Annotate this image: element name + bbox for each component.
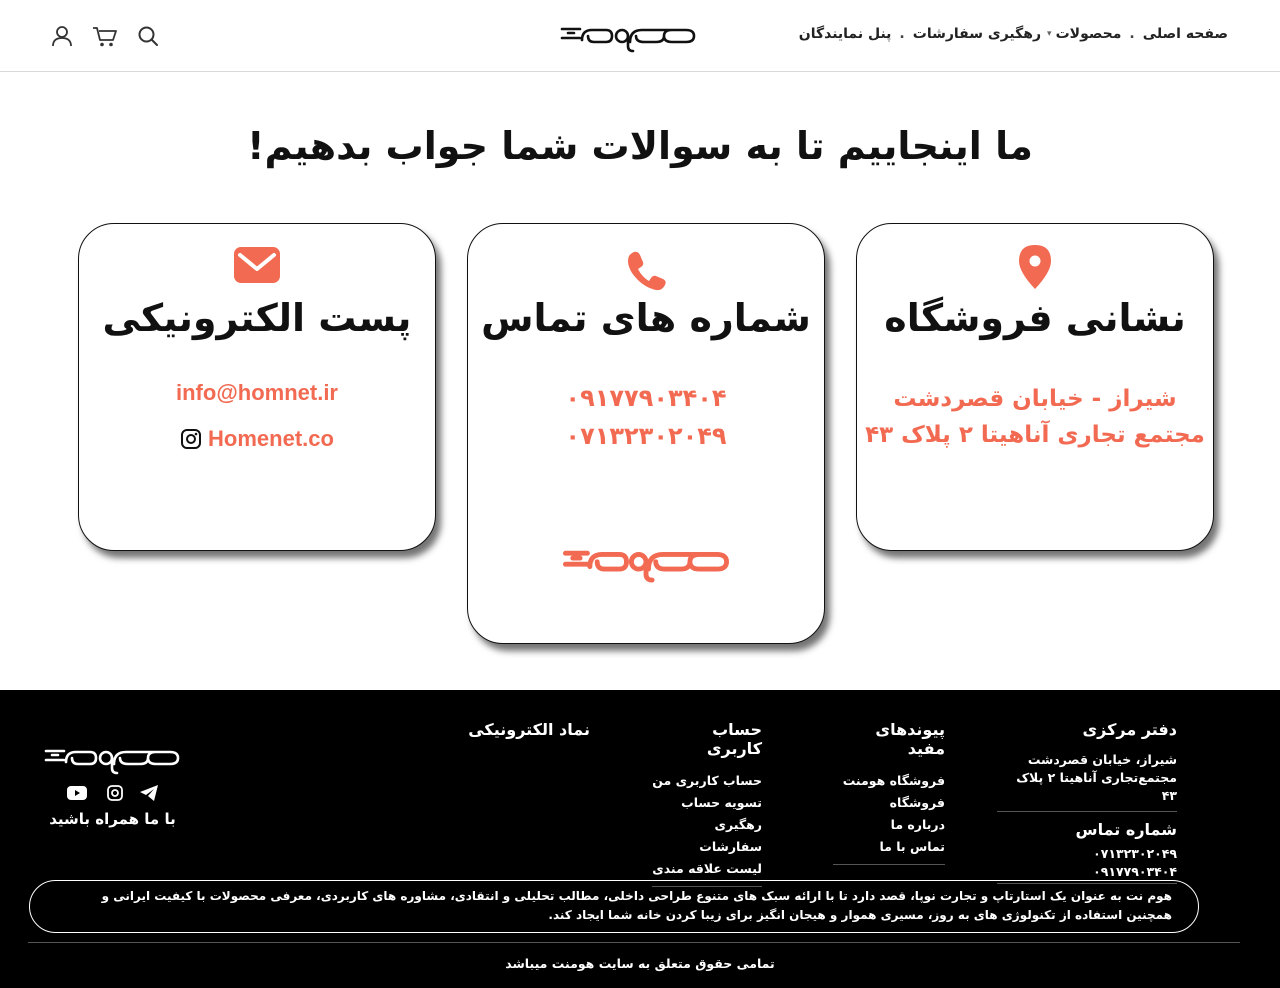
footer-office-title: دفتر مرکزی xyxy=(1082,720,1177,739)
card-title: شماره های تماس xyxy=(481,296,811,340)
telegram-icon[interactable] xyxy=(138,784,160,802)
address-card: نشانی فروشگاه شیراز - خیابان قصردشت مجتم… xyxy=(856,223,1214,551)
mobile-number[interactable]: ۰۹۱۷۷۹۰۳۴۰۴ xyxy=(468,384,824,412)
nav-agents[interactable]: پنل نمایندگان xyxy=(799,26,892,42)
footer-link-contact[interactable]: تماس با ما xyxy=(833,836,945,858)
address-line-1: شیراز - خیابان قصردشت xyxy=(893,386,1177,412)
main-nav: صفحه اصلی . محصولات ▾ رهگیری سفارشات . پ… xyxy=(799,26,1228,42)
nav-separator: . xyxy=(899,26,905,42)
footer-enamad: نماد الکترونیکی xyxy=(460,720,590,751)
footer-link-wishlist[interactable]: لیست علاقه مندی xyxy=(652,858,762,880)
site-header: صفحه اصلی . محصولات ▾ رهگیری سفارشات . پ… xyxy=(0,0,1280,72)
footer-landline[interactable]: ۰۷۱۳۲۳۰۲۰۴۹ xyxy=(997,845,1177,863)
footer-office: دفتر مرکزی شیراز، خیابان قصردشت مجتمع‌تج… xyxy=(997,720,1177,884)
homenet-logo xyxy=(563,550,729,583)
instagram-icon xyxy=(181,429,202,449)
follow-us-label: با ما همراه باشید xyxy=(49,810,176,828)
phone-card: شماره های تماس ۰۹۱۷۷۹۰۳۴۰۴ ۰۷۱۳۲۳۰۲۰۴۹ xyxy=(467,223,825,644)
email-link[interactable]: info@homnet.ir xyxy=(79,380,435,406)
chevron-down-icon[interactable]: ▾ xyxy=(1047,29,1052,39)
nav-products[interactable]: محصولات xyxy=(1056,26,1122,42)
instagram-row: Homenet.co xyxy=(79,426,435,452)
homenet-logo[interactable] xyxy=(560,20,696,54)
footer-links: پیوندهای مفید فروشگاه هومنت فروشگاه دربا… xyxy=(833,720,945,865)
homenet-logo[interactable] xyxy=(44,742,180,776)
youtube-icon[interactable] xyxy=(66,784,88,802)
address-line-2: مجتمع تجاری آناهیتا ۲ پلاک ۴۳ xyxy=(865,422,1205,448)
card-title: پست الکترونیکی xyxy=(102,296,412,340)
envelope-icon xyxy=(234,247,280,283)
cart-icon[interactable] xyxy=(92,24,118,48)
instagram-link[interactable]: Homenet.co xyxy=(208,426,334,452)
footer-account: حساب کاربری حساب کاربری من تسویه حساب ره… xyxy=(652,720,762,887)
footer-links-title: پیوندهای مفید xyxy=(875,720,945,758)
footer-mobile[interactable]: ۰۹۱۷۷۹۰۳۴۰۴ xyxy=(997,863,1177,881)
landline-number[interactable]: ۰۷۱۳۲۳۰۲۰۴۹ xyxy=(468,422,824,450)
about-text: هوم نت به عنوان یک استارتاپ و تجارت نوپا… xyxy=(29,880,1199,933)
footer-link-about[interactable]: درباره ما xyxy=(833,814,945,836)
footer-contact-title: شماره تماس xyxy=(1075,820,1177,839)
nav-tracking[interactable]: رهگیری سفارشات xyxy=(913,26,1041,42)
location-pin-icon xyxy=(1019,245,1051,289)
footer-link-my-account[interactable]: حساب کاربری من xyxy=(652,770,762,792)
divider xyxy=(997,811,1177,812)
divider xyxy=(28,942,1240,943)
copyright-text: تمامی حقوق متعلق به سایت هومنت میباشد xyxy=(505,956,775,971)
card-title: نشانی فروشگاه xyxy=(884,296,1186,340)
footer-office-line1: شیراز، خیابان قصردشت xyxy=(1027,752,1177,767)
site-footer: دفتر مرکزی شیراز، خیابان قصردشت مجتمع‌تج… xyxy=(0,690,1280,988)
nav-home[interactable]: صفحه اصلی xyxy=(1143,26,1228,42)
user-icon[interactable] xyxy=(50,24,74,48)
email-card: پست الکترونیکی info@homnet.ir Homenet.co xyxy=(78,223,436,551)
footer-link-checkout[interactable]: تسویه حساب xyxy=(652,792,762,814)
footer-link-shop[interactable]: فروشگاه xyxy=(833,792,945,814)
footer-office-line2: مجتمع‌تجاری آناهیتا ۲ پلاک ۴۳ xyxy=(1016,770,1177,803)
instagram-icon[interactable] xyxy=(104,784,126,802)
footer-account-title: حساب کاربری xyxy=(706,720,762,758)
footer-link-homenet-shop[interactable]: فروشگاه هومنت xyxy=(833,770,945,792)
footer-enamad-title: نماد الکترونیکی xyxy=(468,720,590,739)
page-headline: ما اینجاییم تا به سوالات شما جواب بدهیم! xyxy=(247,124,1033,168)
divider xyxy=(833,864,945,865)
phone-icon xyxy=(628,251,666,291)
footer-link-tracking[interactable]: رهگیری سفارشات xyxy=(652,814,762,858)
search-icon[interactable] xyxy=(136,24,160,48)
nav-separator: . xyxy=(1129,26,1135,42)
